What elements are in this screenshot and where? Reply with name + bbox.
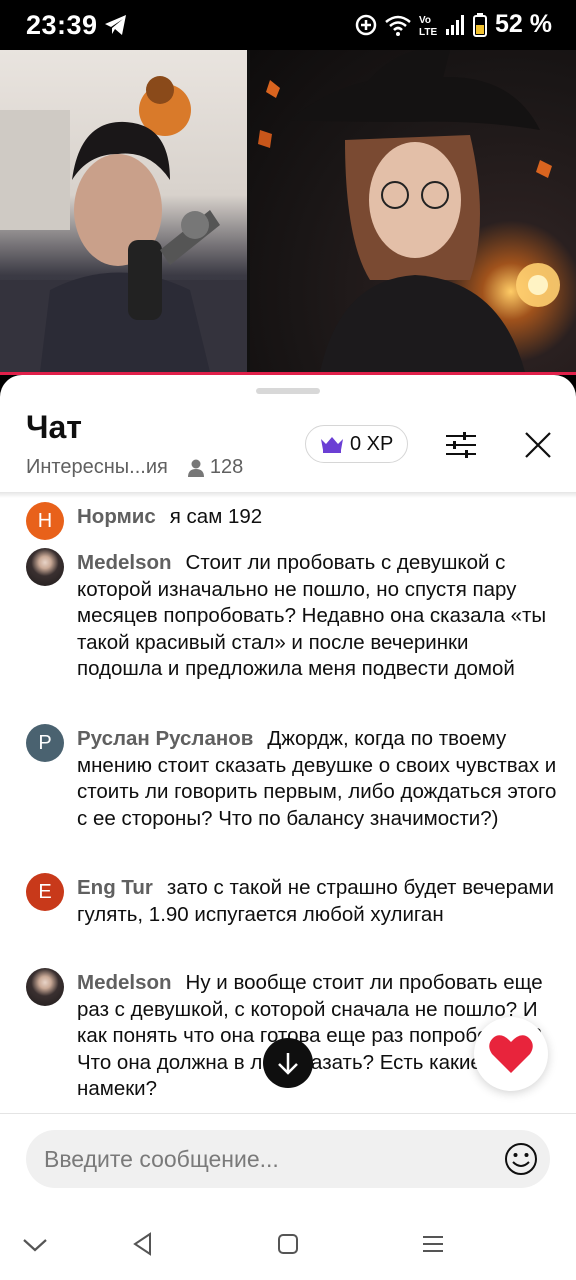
navigation-bar [0,1215,576,1280]
avatar: Н [26,502,64,540]
video-feed-host [0,50,247,372]
status-bar: 23:39 Vo LTE 52 % [0,0,576,50]
message-input-container[interactable] [26,1130,550,1188]
emoji-icon[interactable] [504,1142,538,1176]
arrow-down-icon [278,1053,298,1075]
svg-text:LTE: LTE [419,27,437,37]
filter-settings-icon[interactable] [444,428,478,462]
drag-handle[interactable] [256,388,320,394]
video-player[interactable] [0,50,576,372]
svg-text:Vo: Vo [419,15,431,26]
heart-icon [489,1035,533,1073]
volte-icon: Vo LTE [419,15,437,37]
chat-subtitle[interactable]: Интересны...ия 128 [26,456,243,479]
xp-label: 0 XP [350,432,394,455]
message-author[interactable]: Руслан Русланов [77,727,253,750]
chat-mode-label: Интересны...ия [26,456,168,478]
message-content: Нормис я сам 192 [77,504,557,531]
close-icon[interactable] [521,428,555,462]
wifi-icon [385,15,411,36]
message-content: Eng Tur зато с такой не страшно будет веч… [77,875,557,928]
message-author[interactable]: Medelson [77,971,172,994]
hide-keyboard-icon[interactable] [22,1237,48,1253]
viewer-count-value: 128 [209,456,244,478]
signal-icon [446,14,465,35]
xp-button[interactable]: 0 XP [305,425,409,463]
message-input[interactable] [44,1130,484,1188]
message-author[interactable]: Нормис [77,505,156,528]
video-feed-guest [250,50,576,372]
scroll-to-bottom-button[interactable] [263,1038,313,1088]
message-content: Руслан Русланов Джордж, когда по твоему м… [77,726,557,832]
status-time: 23:39 [26,10,98,40]
input-divider [0,1113,576,1114]
guest-illustration [258,50,560,372]
avatar: Р [26,724,64,762]
heart-reaction-button[interactable] [474,1017,548,1091]
viewer-count: 128 [187,456,244,479]
recents-icon[interactable] [420,1231,446,1257]
message-text: я сам 192 [169,505,263,528]
message-author[interactable]: Eng Tur [77,876,153,899]
crown-icon [321,437,343,453]
message-content: Medelson Стоит ли пробовать с девушкой с … [77,550,557,683]
avatar [26,968,64,1006]
person-icon [187,459,204,477]
data-saver-icon [355,14,377,35]
host-illustration [0,76,247,372]
battery-icon [473,12,488,37]
telegram-icon [105,15,126,35]
home-icon[interactable] [275,1231,301,1257]
status-icons: Vo LTE 52 % [355,10,552,39]
chat-title: Чат [26,409,82,445]
battery-percent: 52 % [495,10,552,38]
chat-panel: Чат Интересны...ия 128 0 XP Н Нормис я с… [0,375,576,1215]
back-icon[interactable] [130,1231,156,1257]
message-author[interactable]: Medelson [77,551,172,574]
avatar: E [26,873,64,911]
avatar [26,548,64,586]
